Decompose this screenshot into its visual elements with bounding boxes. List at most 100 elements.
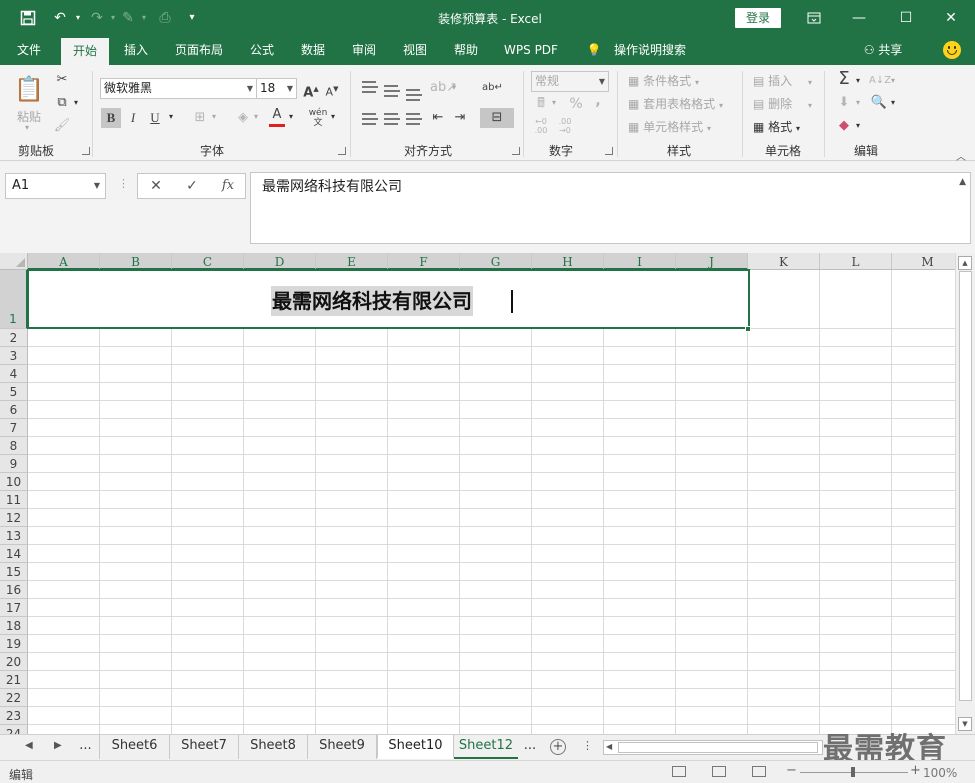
scroll-down-icon[interactable]: ▼ xyxy=(958,717,972,731)
font-color-icon[interactable]: A xyxy=(266,105,288,127)
cancel-entry-icon[interactable]: ✕ xyxy=(138,174,174,198)
page-break-view-icon[interactable] xyxy=(752,766,766,777)
column-header-b[interactable]: B xyxy=(100,253,172,270)
sheet-tab-sheet7[interactable]: Sheet7 xyxy=(170,735,239,759)
borders-icon[interactable]: ⊞ xyxy=(190,108,210,128)
row-header-5[interactable]: 5 xyxy=(0,383,28,401)
tab-help[interactable]: 帮助 xyxy=(445,36,487,65)
row-header-23[interactable]: 23 xyxy=(0,707,28,725)
column-header-i[interactable]: I xyxy=(604,253,676,270)
font-size-combo[interactable]: 18 ▼ xyxy=(256,78,297,99)
print-preview-icon[interactable]: ⎙ xyxy=(155,8,175,28)
column-header-g[interactable]: G xyxy=(460,253,532,270)
percent-style-button[interactable]: % xyxy=(566,94,586,114)
zoom-out-icon[interactable]: − xyxy=(786,763,797,778)
undo-dropdown-icon[interactable]: ▾ xyxy=(68,8,88,28)
zoom-in-icon[interactable]: + xyxy=(910,763,921,778)
chevron-up-icon[interactable]: ▲ xyxy=(959,177,966,187)
worksheet-grid[interactable]: ABCDEFGHIJKLM 1 2 3 4 5 6 7 8 9 10 11 12 13 14 15 16 17 1… xyxy=(0,253,955,734)
copy-icon[interactable]: ⧉ xyxy=(52,93,72,113)
sheet-tab-sheet9[interactable]: Sheet9 xyxy=(308,735,377,759)
delete-cells-button[interactable]: ▤ 删除 ▾ xyxy=(753,95,812,112)
vertical-scrollbar[interactable]: ▲ ▼ xyxy=(955,253,975,734)
copy-dropdown-icon[interactable]: ▾ xyxy=(74,98,78,107)
tab-home[interactable]: 开始 xyxy=(61,36,109,65)
font-launcher-icon[interactable] xyxy=(338,147,346,155)
align-left-icon[interactable] xyxy=(362,113,378,125)
row-header-17[interactable]: 17 xyxy=(0,599,28,617)
font-color-dropdown-icon[interactable]: ▾ xyxy=(289,112,293,121)
tell-me-search[interactable]: 操作说明搜索 xyxy=(608,36,692,65)
ribbon-display-options-icon[interactable] xyxy=(802,6,826,30)
row-header-16[interactable]: 16 xyxy=(0,581,28,599)
borders-dropdown-icon[interactable]: ▾ xyxy=(212,112,216,121)
add-sheet-icon[interactable]: + xyxy=(550,739,566,755)
row-header-18[interactable]: 18 xyxy=(0,617,28,635)
font-name-combo[interactable]: 微软雅黑 ▼ xyxy=(100,78,257,99)
formula-input[interactable]: 最需网络科技有限公司 ▲ xyxy=(250,172,971,244)
select-all-corner[interactable] xyxy=(0,253,28,270)
name-box[interactable]: A1 ▼ xyxy=(5,173,106,199)
confirm-entry-icon[interactable]: ✓ xyxy=(174,174,210,198)
italic-button[interactable]: I xyxy=(123,108,143,128)
underline-button[interactable]: U xyxy=(145,108,165,128)
sort-dropdown-icon[interactable]: ▾ xyxy=(891,76,895,85)
sheet-tab-sheet8[interactable]: Sheet8 xyxy=(239,735,308,759)
row-header-8[interactable]: 8 xyxy=(0,437,28,455)
accounting-dropdown-icon[interactable]: ▾ xyxy=(552,98,556,107)
number-launcher-icon[interactable] xyxy=(605,147,613,155)
column-header-k[interactable]: K xyxy=(748,253,820,270)
sort-filter-icon[interactable]: A↓Z xyxy=(869,71,891,91)
phonetic-dropdown-icon[interactable]: ▾ xyxy=(331,112,335,121)
orientation-dropdown-icon[interactable]: ▾ xyxy=(452,83,456,92)
column-header-f[interactable]: F xyxy=(388,253,460,270)
align-middle-icon[interactable] xyxy=(384,85,400,97)
tab-insert[interactable]: 插入 xyxy=(113,36,159,65)
increase-font-size-icon[interactable]: A▲ xyxy=(301,79,321,100)
align-bottom-icon[interactable] xyxy=(406,89,422,101)
row-header-14[interactable]: 14 xyxy=(0,545,28,563)
fill-color-icon[interactable]: ◈ xyxy=(233,108,253,128)
row-header-2[interactable]: 2 xyxy=(0,329,28,347)
decrease-indent-icon[interactable]: ⇤ xyxy=(428,108,448,128)
fill-handle[interactable] xyxy=(745,326,751,332)
accounting-format-icon[interactable]: 🖩 xyxy=(531,94,551,114)
clear-icon[interactable]: ◆ xyxy=(834,116,854,136)
row-header-22[interactable]: 22 xyxy=(0,689,28,707)
align-center-icon[interactable] xyxy=(384,113,400,125)
page-layout-view-icon[interactable] xyxy=(712,766,726,777)
align-right-icon[interactable] xyxy=(406,113,422,125)
insert-function-icon[interactable]: fx xyxy=(210,174,246,198)
sheet-tabs-ellipsis[interactable]: ... xyxy=(72,735,100,759)
row-header-13[interactable]: 13 xyxy=(0,527,28,545)
tab-review[interactable]: 审阅 xyxy=(343,36,385,65)
row-header-4[interactable]: 4 xyxy=(0,365,28,383)
share-button[interactable]: ⚇ 共享 xyxy=(858,36,908,65)
fill-dropdown-icon[interactable]: ▾ xyxy=(856,98,860,107)
normal-view-icon[interactable] xyxy=(672,766,686,777)
row-header-21[interactable]: 21 xyxy=(0,671,28,689)
horizontal-scrollbar[interactable]: ◀ xyxy=(603,740,823,755)
row-header-15[interactable]: 15 xyxy=(0,563,28,581)
row-header-20[interactable]: 20 xyxy=(0,653,28,671)
decrease-font-size-icon[interactable]: A▼ xyxy=(322,79,342,99)
tab-file[interactable]: 文件 xyxy=(6,36,52,65)
alignment-launcher-icon[interactable] xyxy=(512,147,520,155)
row-header-10[interactable]: 10 xyxy=(0,473,28,491)
column-header-m[interactable]: M xyxy=(892,253,955,270)
minimize-icon[interactable]: — xyxy=(847,6,871,30)
next-sheet-icon[interactable]: ▶ xyxy=(54,740,62,751)
more-sheets-ellipsis[interactable]: ... xyxy=(518,735,542,759)
row-header-9[interactable]: 9 xyxy=(0,455,28,473)
column-header-j[interactable]: J xyxy=(676,253,748,270)
paste-dropdown-icon[interactable]: ▾ xyxy=(25,123,29,132)
row-header-1[interactable]: 1 xyxy=(0,270,28,329)
fill-color-dropdown-icon[interactable]: ▾ xyxy=(254,112,258,121)
lightbulb-icon[interactable]: 💡 xyxy=(584,36,604,65)
format-as-table-button[interactable]: ▦ 套用表格格式 ▾ xyxy=(628,95,723,112)
sheet-tab-sheet6[interactable]: Sheet6 xyxy=(100,735,170,759)
column-header-c[interactable]: C xyxy=(172,253,244,270)
scroll-left-icon[interactable]: ◀ xyxy=(606,742,612,751)
phonetic-guide-icon[interactable]: wén 文 xyxy=(308,108,328,128)
save-icon[interactable] xyxy=(18,8,38,28)
